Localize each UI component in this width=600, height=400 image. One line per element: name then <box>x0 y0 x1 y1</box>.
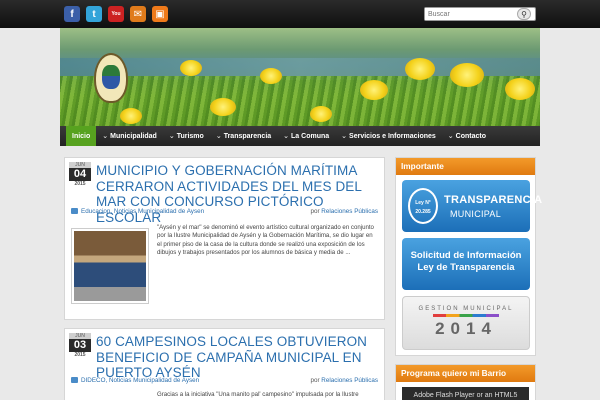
post-date: JUN 03 2015 <box>69 333 91 361</box>
date-day: 03 <box>69 339 91 352</box>
nav-label: Contacto <box>455 132 487 140</box>
solicitud-banner[interactable]: Solicitud de Información Ley de Transpar… <box>402 238 530 290</box>
youtube-icon[interactable]: You <box>108 6 124 22</box>
nav-item-transparencia[interactable]: ⌄ Transparencia <box>210 126 277 146</box>
flower-decoration <box>120 108 142 124</box>
banner-line1: GESTION MUNICIPAL <box>418 306 514 312</box>
post-title-link[interactable]: 60 campesinos locales obtuvieron benefic… <box>96 334 381 381</box>
post-categories: DIDECO, Noticias Municipalidad de Aysen <box>71 377 199 384</box>
nav-item-municipalidad[interactable]: ⌄ Municipalidad <box>96 126 163 146</box>
category-links[interactable]: DIDECO, Noticias Municipalidad de Aysen <box>81 377 199 384</box>
flower-decoration <box>310 106 332 122</box>
sidebar-widget-barrio: Programa quiero mi Barrio Adobe Flash Pl… <box>395 364 536 400</box>
category-links[interactable]: Educacion, Noticias Municipalidad de Ays… <box>81 208 204 215</box>
chevron-down-icon: ⌄ <box>168 133 175 140</box>
photo-image <box>74 231 146 301</box>
nav-item-servicios[interactable]: ⌄ Servicios e Informaciones <box>335 126 442 146</box>
chevron-down-icon: ⌄ <box>447 133 454 140</box>
chevron-down-icon: ⌄ <box>215 133 222 140</box>
color-stripes <box>433 314 499 317</box>
nav-label: Turismo <box>176 132 204 140</box>
nav-item-la-comuna[interactable]: ⌄ La Comuna <box>277 126 335 146</box>
folder-icon <box>71 208 78 215</box>
flower-decoration <box>180 60 202 76</box>
flower-decoration <box>360 80 388 100</box>
transparencia-banner[interactable]: Ley N° 20.285 TRANSPARENCIA MUNICIPAL <box>402 180 542 232</box>
chevron-down-icon: ⌄ <box>283 133 290 140</box>
search-button[interactable]: ⚲ <box>517 8 531 20</box>
nav-item-contacto[interactable]: ⌄ Contacto <box>442 126 492 146</box>
post-categories: Educacion, Noticias Municipalidad de Ays… <box>71 208 204 215</box>
author-link[interactable]: Relaciones Públicas <box>321 377 378 384</box>
chevron-down-icon: ⌄ <box>102 133 109 140</box>
news-post: JUN 03 2015 60 campesinos locales obtuvi… <box>64 328 385 400</box>
flower-decoration <box>505 78 535 100</box>
news-post: JUN 04 2015 Municipio y Gobernación Marí… <box>64 157 385 320</box>
nav-item-inicio[interactable]: Inicio <box>66 126 97 146</box>
date-year: 2015 <box>74 352 86 358</box>
nav-label: Transparencia <box>223 132 272 140</box>
banner-line2: MUNICIPAL <box>450 209 502 219</box>
gestion-banner[interactable]: GESTION MUNICIPAL 2014 <box>402 296 530 350</box>
banner-line1: TRANSPARENCIA <box>444 194 543 206</box>
banner-year: 2014 <box>435 319 497 338</box>
author-link[interactable]: Relaciones Públicas <box>321 208 378 215</box>
author-prefix: por <box>310 208 320 215</box>
twitter-icon[interactable]: t <box>86 6 102 22</box>
municipal-crest-logo[interactable] <box>94 53 128 103</box>
flower-decoration <box>450 63 484 87</box>
top-bar: f t You ✉ ▣ ⚲ <box>0 0 600 28</box>
header-banner <box>60 28 540 126</box>
folder-icon <box>71 377 78 384</box>
social-links: f t You ✉ ▣ <box>64 6 168 22</box>
date-day: 04 <box>69 168 91 181</box>
nav-label: La Comuna <box>291 132 330 140</box>
widget-title: Programa quiero mi Barrio <box>396 365 535 382</box>
rss-icon[interactable]: ▣ <box>152 6 168 22</box>
post-date: JUN 04 2015 <box>69 162 91 190</box>
ley-badge: Ley N° 20.285 <box>408 188 438 224</box>
post-excerpt: Gracias a la iniciativa "Una manito pal'… <box>157 391 359 398</box>
banner-line2: Ley de Transparencia <box>417 262 515 273</box>
chevron-down-icon: ⌄ <box>341 133 348 140</box>
post-author: por Relaciones Públicas <box>310 208 378 215</box>
facebook-icon[interactable]: f <box>64 6 80 22</box>
nav-label: Municipalidad <box>110 132 157 140</box>
widget-title: Importante <box>396 158 535 175</box>
nav-label: Inicio <box>72 132 91 140</box>
nav-label: Servicios e Informaciones <box>349 132 436 140</box>
post-thumbnail[interactable] <box>71 228 149 304</box>
email-icon[interactable]: ✉ <box>130 6 146 22</box>
date-year: 2015 <box>74 181 86 187</box>
flash-player-notice: Adobe Flash Player or an HTML5 <box>402 387 529 400</box>
search-input[interactable] <box>425 8 517 20</box>
search-box: ⚲ <box>424 7 536 21</box>
nav-item-turismo[interactable]: ⌄ Turismo <box>163 126 210 146</box>
flower-decoration <box>405 58 435 80</box>
post-title-link[interactable]: Municipio y Gobernación Marítima cerraro… <box>96 163 381 225</box>
post-excerpt: "Aysén y el mar" se denominó el evento a… <box>157 224 374 257</box>
flower-decoration <box>210 98 236 116</box>
sidebar-widget-importante: Importante Ley N° 20.285 TRANSPARENCIA M… <box>395 157 542 356</box>
main-nav: Inicio ⌄ Municipalidad ⌄ Turismo ⌄ Transpar… <box>60 126 540 146</box>
flower-decoration <box>260 68 282 84</box>
banner-line1: Solicitud de Información <box>410 250 522 261</box>
author-prefix: por <box>310 377 320 384</box>
post-author: por Relaciones Públicas <box>310 377 378 384</box>
